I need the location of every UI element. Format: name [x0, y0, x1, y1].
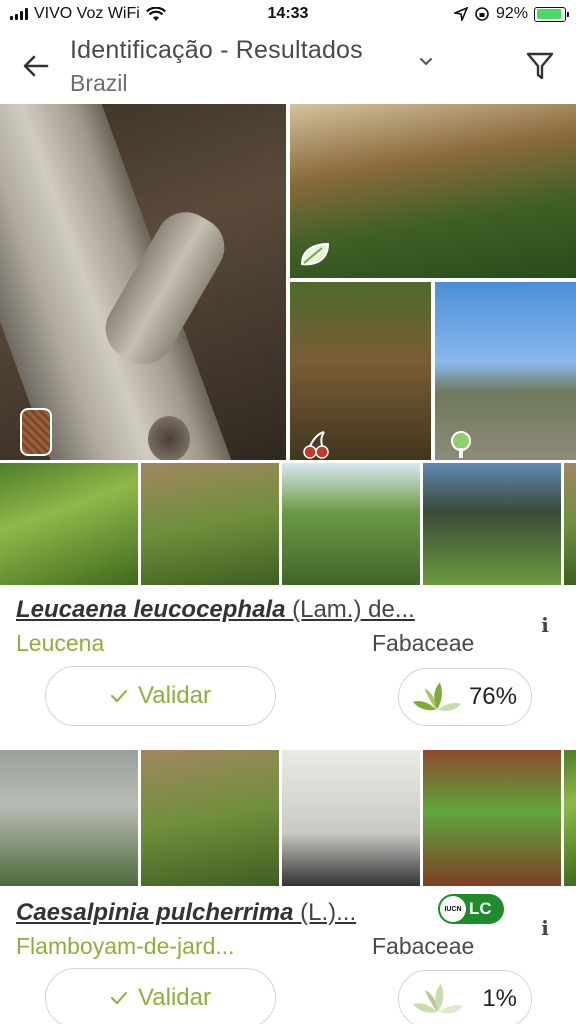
back-button[interactable] — [20, 50, 52, 82]
result-1-photo[interactable] — [423, 463, 561, 585]
arrow-left-icon — [23, 55, 49, 77]
check-icon — [111, 992, 128, 1005]
result-2-family: Fabaceae — [372, 933, 475, 959]
result-2-common-name: Flamboyam-de-jard... — [16, 933, 235, 959]
result-1-common-name: Leucena — [16, 630, 105, 656]
leaf-photo[interactable] — [290, 104, 576, 278]
result-2-score: 1% — [398, 970, 532, 1024]
result-2-photo[interactable] — [423, 750, 561, 886]
result-1-author: (Lam.) de... — [285, 596, 415, 623]
result-1-scientific-name[interactable]: Leucaena leucocephala (Lam.) de... — [16, 596, 415, 624]
tree-icon — [446, 430, 476, 460]
leaf-icon — [298, 240, 332, 270]
iucn-status-badge[interactable]: IUCN LC — [438, 894, 504, 924]
result-2-photo[interactable] — [141, 750, 279, 886]
result-2-photo[interactable] — [564, 750, 576, 886]
region-dropdown[interactable] — [418, 54, 434, 72]
result-1-score: 76% — [398, 668, 532, 726]
result-2-species: Caesalpinia pulcherrima — [16, 899, 294, 926]
location-icon — [453, 7, 468, 21]
result-1-info-button[interactable]: i — [538, 613, 552, 637]
result-1-photo[interactable] — [564, 463, 576, 585]
result-2-validate-button[interactable]: Validar — [45, 968, 276, 1024]
check-icon — [111, 690, 128, 703]
result-2-score-value: 1% — [482, 985, 517, 1012]
result-1-family: Fabaceae — [372, 630, 475, 656]
result-1-photo[interactable] — [282, 463, 420, 585]
validate-label: Validar — [138, 984, 211, 1011]
bark-icon — [20, 408, 52, 456]
result-1-score-value: 76% — [468, 683, 517, 710]
region-subtitle[interactable]: Brazil — [70, 70, 128, 97]
chevron-down-icon — [420, 58, 432, 66]
result-2-info-button[interactable]: i — [538, 916, 552, 940]
leaves-icon — [413, 984, 463, 1014]
result-2-author: (L.)... — [293, 899, 357, 926]
status-right: 92% — [453, 5, 569, 23]
battery-percent: 92% — [495, 5, 528, 22]
result-1-photo[interactable] — [0, 463, 138, 585]
result-1-photo[interactable] — [141, 463, 279, 585]
result-2-photo[interactable] — [0, 750, 138, 886]
page-title: Identificação - Resultados — [70, 36, 363, 64]
status-bar: VIVO Voz WiFi 14:33 92% — [0, 0, 576, 30]
bark-photo[interactable] — [0, 104, 286, 460]
app-header: Identificação - Resultados Brazil — [0, 30, 576, 104]
battery-icon — [534, 6, 569, 22]
fruit-icon — [300, 430, 332, 460]
iucn-code: LC — [469, 899, 492, 918]
result-2-photo[interactable] — [282, 750, 420, 886]
filter-icon — [526, 52, 554, 80]
result-1-validate-button[interactable]: Validar — [45, 666, 276, 726]
result-2-scientific-name[interactable]: Caesalpinia pulcherrima (L.)... — [16, 899, 356, 927]
orientation-lock-icon — [475, 7, 489, 21]
validate-label: Validar — [138, 682, 211, 709]
leaves-icon — [412, 682, 462, 712]
filter-button[interactable] — [522, 48, 558, 84]
iucn-logo: IUCN — [440, 896, 466, 922]
result-1-species: Leucaena leucocephala — [16, 596, 286, 623]
